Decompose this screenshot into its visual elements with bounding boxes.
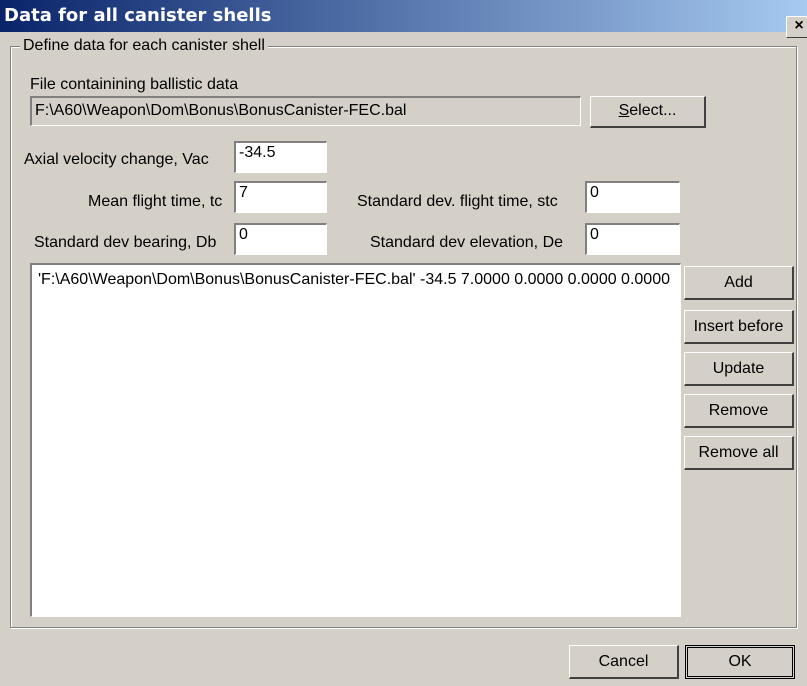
select-file-button[interactable]: Select... — [590, 96, 706, 128]
std-flight-time-input[interactable]: 0 — [585, 181, 680, 213]
axial-velocity-input[interactable]: -34.5 — [234, 141, 327, 173]
mean-flight-time-label: Mean flight time, tc — [88, 193, 223, 210]
mean-flight-time-input[interactable]: 7 — [234, 181, 327, 213]
title-bar[interactable]: Data for all canister shells — [0, 0, 807, 32]
close-button[interactable]: × — [786, 16, 807, 38]
dialog-window: Data for all canister shells × Define da… — [0, 0, 807, 686]
ok-button[interactable]: OK — [685, 645, 795, 679]
select-hotkey: S — [618, 102, 630, 119]
add-button[interactable]: Add — [684, 266, 794, 300]
std-bearing-label: Standard dev bearing, Db — [34, 234, 217, 251]
group-label: Define data for each canister shell — [20, 37, 268, 55]
select-label: elect... — [629, 102, 677, 119]
cancel-button[interactable]: Cancel — [569, 645, 679, 679]
axial-velocity-label: Axial velocity change, Vac — [24, 151, 209, 168]
file-path-field: F:\A60\Weapon\Dom\Bonus\BonusCanister-FE… — [30, 96, 581, 126]
close-icon: × — [794, 17, 804, 34]
insert-before-button[interactable]: Insert before — [684, 310, 794, 344]
remove-button[interactable]: Remove — [684, 394, 794, 428]
std-elevation-input[interactable]: 0 — [585, 223, 680, 255]
remove-all-button[interactable]: Remove all — [684, 436, 794, 470]
canister-list[interactable]: 'F:\A60\Weapon\Dom\Bonus\BonusCanister-F… — [30, 263, 681, 617]
window-title: Data for all canister shells — [4, 5, 272, 26]
update-button[interactable]: Update — [684, 352, 794, 386]
std-elevation-label: Standard dev elevation, De — [370, 234, 564, 251]
list-item[interactable]: 'F:\A60\Weapon\Dom\Bonus\BonusCanister-F… — [38, 271, 670, 289]
std-flight-time-label: Standard dev. flight time, stc — [357, 193, 558, 210]
std-bearing-input[interactable]: 0 — [234, 223, 327, 255]
file-label: File containining ballistic data — [30, 76, 239, 93]
